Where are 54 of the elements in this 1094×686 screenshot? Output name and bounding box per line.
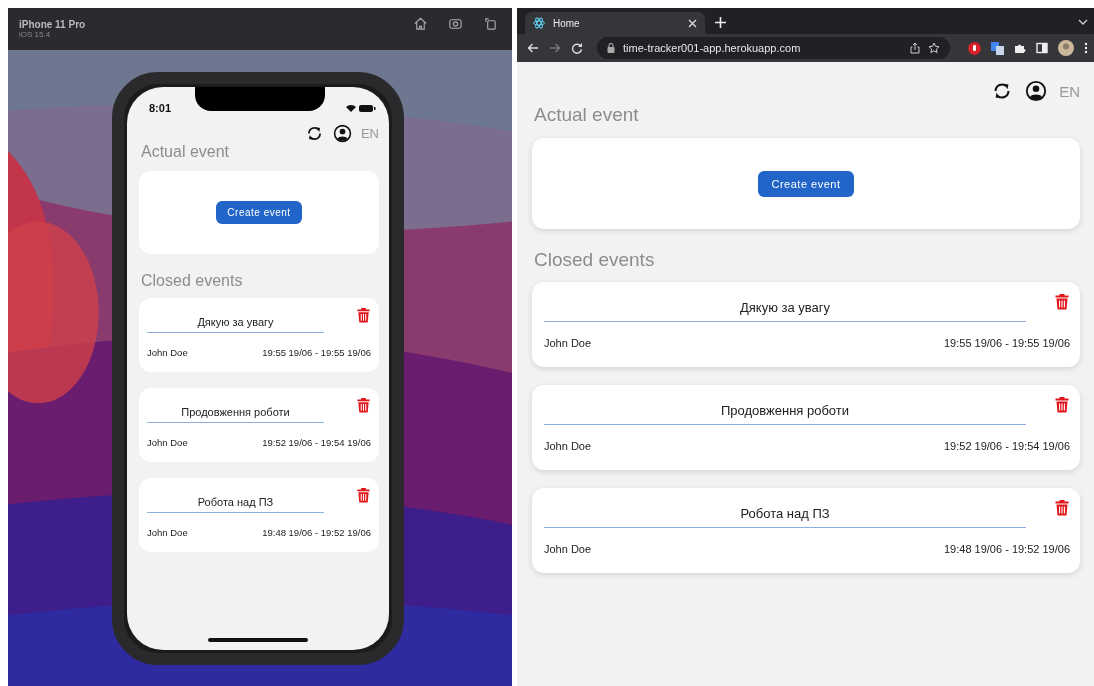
url-text: time-tracker001-app.herokuapp.com bbox=[623, 42, 801, 54]
section-title: Closed events bbox=[534, 249, 656, 271]
back-icon[interactable] bbox=[527, 42, 539, 54]
account-icon[interactable] bbox=[1025, 80, 1048, 102]
forward-icon[interactable] bbox=[549, 42, 561, 54]
event-period: 19:55 19/06 - 19:55 19/06 bbox=[944, 337, 1070, 349]
avatar-icon[interactable] bbox=[1058, 40, 1074, 56]
trash-icon[interactable] bbox=[356, 395, 371, 414]
star-icon[interactable] bbox=[928, 42, 940, 54]
reload-icon[interactable] bbox=[571, 42, 583, 54]
trash-icon[interactable] bbox=[356, 485, 371, 504]
status-time: 8:01 bbox=[149, 101, 172, 114]
more-icon[interactable] bbox=[1084, 42, 1088, 54]
section-title: Actual event bbox=[534, 104, 640, 126]
event-user: John Doe bbox=[544, 543, 592, 555]
event-user: John Doe bbox=[544, 337, 592, 349]
trash-icon[interactable] bbox=[356, 305, 371, 324]
event-user: John Doe bbox=[147, 346, 188, 358]
create-event-button[interactable]: Create event bbox=[757, 170, 855, 197]
share-icon[interactable] bbox=[910, 42, 920, 54]
event-user: John Doe bbox=[147, 436, 188, 448]
event-user: John Doe bbox=[147, 526, 188, 538]
chevron-down-icon[interactable] bbox=[1078, 19, 1088, 25]
sidebar-icon[interactable] bbox=[1036, 42, 1048, 54]
trash-icon[interactable] bbox=[1054, 395, 1070, 414]
event-title-field[interactable]: Робота над ПЗ bbox=[544, 496, 1026, 528]
section-title: Actual event bbox=[141, 142, 231, 161]
event-period: 19:55 19/06 - 19:55 19/06 bbox=[262, 346, 371, 358]
event-title-field[interactable]: Дякую за увагу bbox=[544, 290, 1026, 322]
create-event-button[interactable]: Create event bbox=[216, 200, 302, 224]
account-icon[interactable] bbox=[332, 123, 352, 143]
translate-icon[interactable] bbox=[991, 41, 1004, 55]
home-icon[interactable] bbox=[413, 15, 428, 31]
new-tab-icon[interactable] bbox=[715, 17, 726, 28]
browser-tab[interactable]: Home bbox=[525, 12, 705, 34]
atom-icon bbox=[533, 17, 545, 29]
close-icon[interactable] bbox=[688, 18, 697, 28]
event-title-field[interactable]: Продовження роботи bbox=[147, 393, 324, 423]
event-period: 19:48 19/06 - 19:52 19/06 bbox=[262, 526, 371, 538]
trash-icon[interactable] bbox=[1054, 292, 1070, 311]
event-period: 19:52 19/06 - 19:54 19/06 bbox=[262, 436, 371, 448]
event-title-field[interactable]: Продовження роботи bbox=[544, 393, 1026, 425]
rotate-icon[interactable] bbox=[483, 15, 498, 31]
lock-icon bbox=[607, 43, 615, 53]
address-bar[interactable]: time-tracker001-app.herokuapp.com bbox=[597, 37, 950, 59]
event-title-field[interactable]: Дякую за увагу bbox=[147, 303, 324, 333]
device-name: iPhone 11 Pro bbox=[19, 19, 86, 30]
event-title-field[interactable]: Робота над ПЗ bbox=[147, 483, 324, 513]
os-version: iOS 15.4 bbox=[19, 30, 52, 39]
event-period: 19:52 19/06 - 19:54 19/06 bbox=[944, 440, 1070, 452]
trash-icon[interactable] bbox=[1054, 498, 1070, 517]
event-user: John Doe bbox=[544, 440, 592, 452]
section-title: Closed events bbox=[141, 271, 244, 290]
event-period: 19:48 19/06 - 19:52 19/06 bbox=[944, 543, 1070, 555]
